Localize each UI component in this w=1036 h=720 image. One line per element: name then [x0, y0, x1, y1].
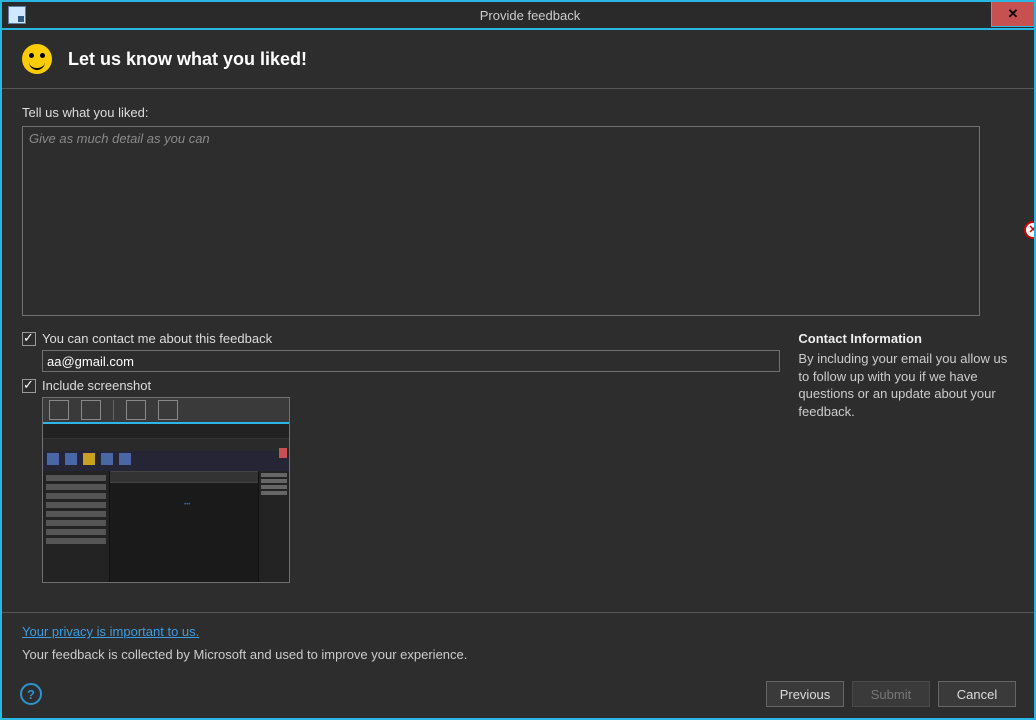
thumb-divider — [113, 400, 114, 420]
contact-label: You can contact me about this feedback — [42, 331, 272, 346]
screenshot-checkbox[interactable] — [22, 379, 36, 393]
error-icon — [1024, 221, 1034, 239]
window-title: Provide feedback — [26, 8, 1034, 23]
feedback-textarea[interactable] — [22, 126, 980, 316]
privacy-section: Your privacy is important to us. Your fe… — [2, 612, 1034, 670]
feedback-wrap — [22, 126, 1014, 321]
header: Let us know what you liked! — [2, 30, 1034, 89]
close-button[interactable]: ✕ — [991, 2, 1034, 27]
thumb-tool-save-icon[interactable] — [158, 400, 178, 420]
contact-checkbox-row: You can contact me about this feedback — [22, 331, 786, 346]
thumb-preview: ••• — [43, 422, 289, 582]
smile-icon — [22, 44, 52, 74]
privacy-link[interactable]: Your privacy is important to us. — [22, 624, 199, 639]
titlebar: Provide feedback ✕ — [2, 2, 1034, 30]
privacy-line: Your feedback is collected by Microsoft … — [22, 647, 1014, 662]
feedback-label: Tell us what you liked: — [22, 105, 1014, 120]
screenshot-label: Include screenshot — [42, 378, 151, 393]
email-input[interactable] — [42, 350, 780, 372]
app-icon — [8, 6, 26, 24]
screenshot-checkbox-row: Include screenshot — [22, 378, 786, 393]
header-title: Let us know what you liked! — [68, 49, 307, 70]
feedback-window: Provide feedback ✕ Let us know what you … — [0, 0, 1036, 720]
previous-button[interactable]: Previous — [766, 681, 844, 707]
cancel-button[interactable]: Cancel — [938, 681, 1016, 707]
contact-info-text: By including your email you allow us to … — [798, 350, 1014, 420]
contact-info-panel: Contact Information By including your em… — [798, 331, 1014, 420]
thumb-tool-home-icon[interactable] — [49, 400, 69, 420]
contact-info-heading: Contact Information — [798, 331, 922, 346]
thumb-tool-copy-icon[interactable] — [126, 400, 146, 420]
contact-checkbox[interactable] — [22, 332, 36, 346]
thumb-tool-refresh-icon[interactable] — [81, 400, 101, 420]
submit-button[interactable]: Submit — [852, 681, 930, 707]
footer: ? Previous Submit Cancel — [2, 670, 1034, 718]
help-icon[interactable]: ? — [20, 683, 42, 705]
thumb-toolbar — [43, 398, 289, 422]
screenshot-thumbnail[interactable]: ••• — [42, 397, 290, 583]
body: Tell us what you liked: You can contact … — [2, 89, 1034, 612]
